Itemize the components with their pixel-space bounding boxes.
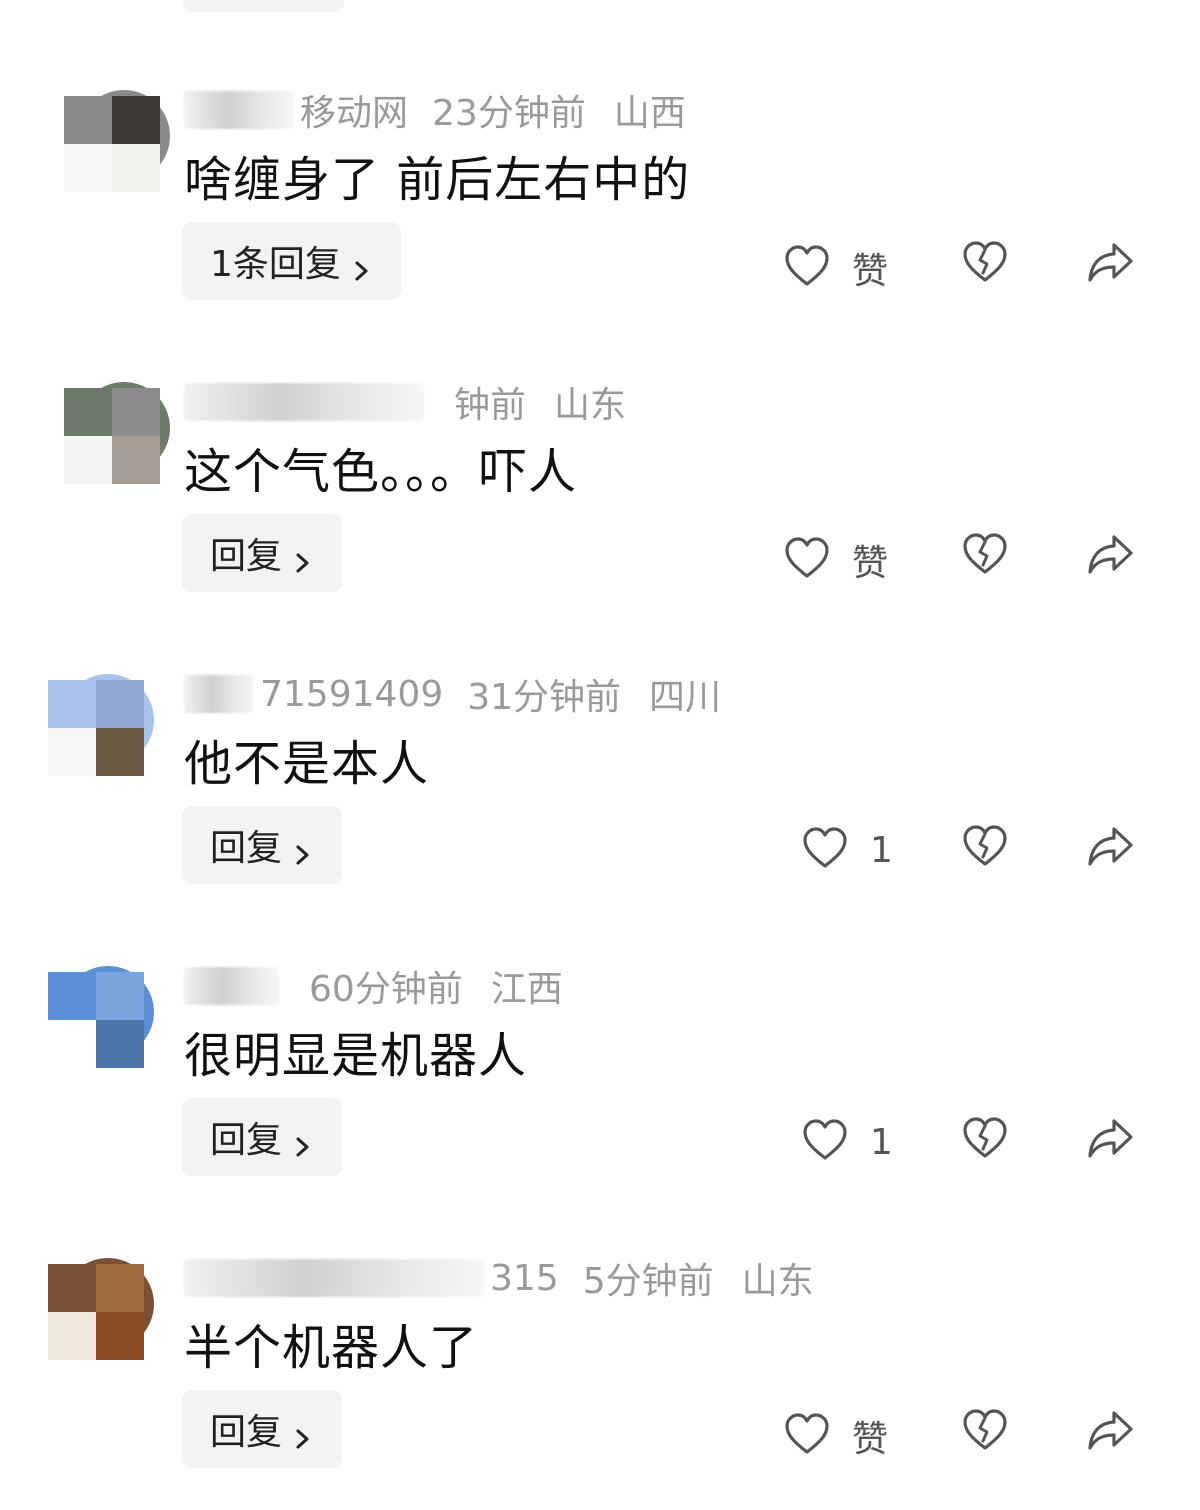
comment-time: 钟前 [454,385,527,426]
broken-heart-icon [962,1409,1008,1456]
like-button[interactable]: 1 [802,826,893,874]
dislike-button[interactable] [962,824,1008,872]
broken-heart-icon [962,241,1008,288]
dislike-button[interactable] [962,532,1008,580]
comment-text: 这个气色。。。吓人 [184,444,578,500]
share-button[interactable] [1086,240,1134,288]
like-count: 赞 [852,543,889,584]
comment-meta: 钟前 山东 [184,380,626,426]
comment-text: 他不是本人 [184,736,430,792]
comment-meta: 60分钟前 江西 [184,964,563,1010]
username[interactable]: 移动网 [300,84,408,136]
comment-text: 半个机器人了 [184,1320,479,1376]
comment-location: 四川 [649,677,722,718]
comment-actions: 赞 [0,1390,1200,1468]
username-obscured [184,91,294,129]
username-obscured [184,383,424,421]
comment-time: 23分钟前 [432,93,586,134]
share-button[interactable] [1086,1116,1134,1164]
like-button[interactable]: 赞 [784,1410,888,1462]
comment-location: 山东 [741,1261,814,1302]
share-arrow-icon [1086,827,1134,872]
heart-outline-icon [802,826,848,874]
like-count: 1 [870,829,893,871]
share-button[interactable] [1086,824,1134,872]
username-obscured [184,967,279,1005]
username[interactable]: 71591409 [260,674,443,715]
share-arrow-icon [1086,1119,1134,1164]
avatar[interactable] [64,380,172,488]
broken-heart-icon [962,825,1008,872]
broken-heart-icon [962,533,1008,580]
comment-time: 31分钟前 [467,677,622,718]
like-button[interactable]: 赞 [784,534,888,586]
previous-reply-button[interactable] [182,0,344,12]
comment-location: 山西 [613,93,686,134]
avatar[interactable] [64,88,172,196]
comment-list: 移动网 23分钟前 山西 啥缠身了 前后左右中的 1条回复 赞 钟前 山东 这个… [0,0,1200,1510]
like-button[interactable]: 1 [802,1118,893,1166]
share-arrow-icon [1086,1411,1134,1456]
username-obscured [184,1259,484,1297]
share-arrow-icon [1086,535,1134,580]
comment-item: 315 5分钟前 山东 半个机器人了 回复 赞 [0,1256,1200,1510]
comment-time: 60分钟前 [309,969,463,1010]
comment-meta: 移动网 23分钟前 山西 [184,88,686,134]
comment-item: 钟前 山东 这个气色。。。吓人 回复 赞 [0,380,1200,673]
comment-location: 山东 [554,385,627,426]
dislike-button[interactable] [962,240,1008,288]
avatar[interactable] [48,1256,156,1364]
comment-item: 60分钟前 江西 很明显是机器人 回复 1 [0,964,1200,1257]
like-count: 赞 [852,1419,889,1460]
heart-outline-icon [784,1412,830,1460]
like-count: 赞 [852,251,889,292]
share-button[interactable] [1086,532,1134,580]
share-button[interactable] [1086,1408,1134,1456]
username-obscured [184,675,254,713]
dislike-button[interactable] [962,1116,1008,1164]
like-button[interactable]: 赞 [784,242,888,294]
comment-text: 很明显是机器人 [184,1028,528,1084]
comment-text: 啥缠身了 前后左右中的 [184,152,691,208]
username[interactable]: 315 [490,1258,559,1299]
avatar[interactable] [48,672,156,780]
comment-item: 移动网 23分钟前 山西 啥缠身了 前后左右中的 1条回复 赞 [0,88,1200,381]
comment-actions: 赞 [0,514,1200,592]
comment-actions: 赞 [0,222,1200,300]
comment-meta: 71591409 31分钟前 四川 [184,672,721,718]
comment-time: 5分钟前 [582,1261,714,1302]
broken-heart-icon [962,1117,1008,1164]
like-count: 1 [870,1121,893,1163]
comment-actions: 1 [0,806,1200,884]
heart-outline-icon [784,244,830,292]
heart-outline-icon [784,536,830,584]
comment-item: 71591409 31分钟前 四川 他不是本人 回复 1 [0,672,1200,965]
comment-actions: 1 [0,1098,1200,1176]
share-arrow-icon [1086,243,1134,288]
heart-outline-icon [802,1118,848,1166]
avatar[interactable] [48,964,156,1072]
comment-location: 江西 [490,969,563,1010]
comment-meta: 315 5分钟前 山东 [184,1256,814,1302]
dislike-button[interactable] [962,1408,1008,1456]
